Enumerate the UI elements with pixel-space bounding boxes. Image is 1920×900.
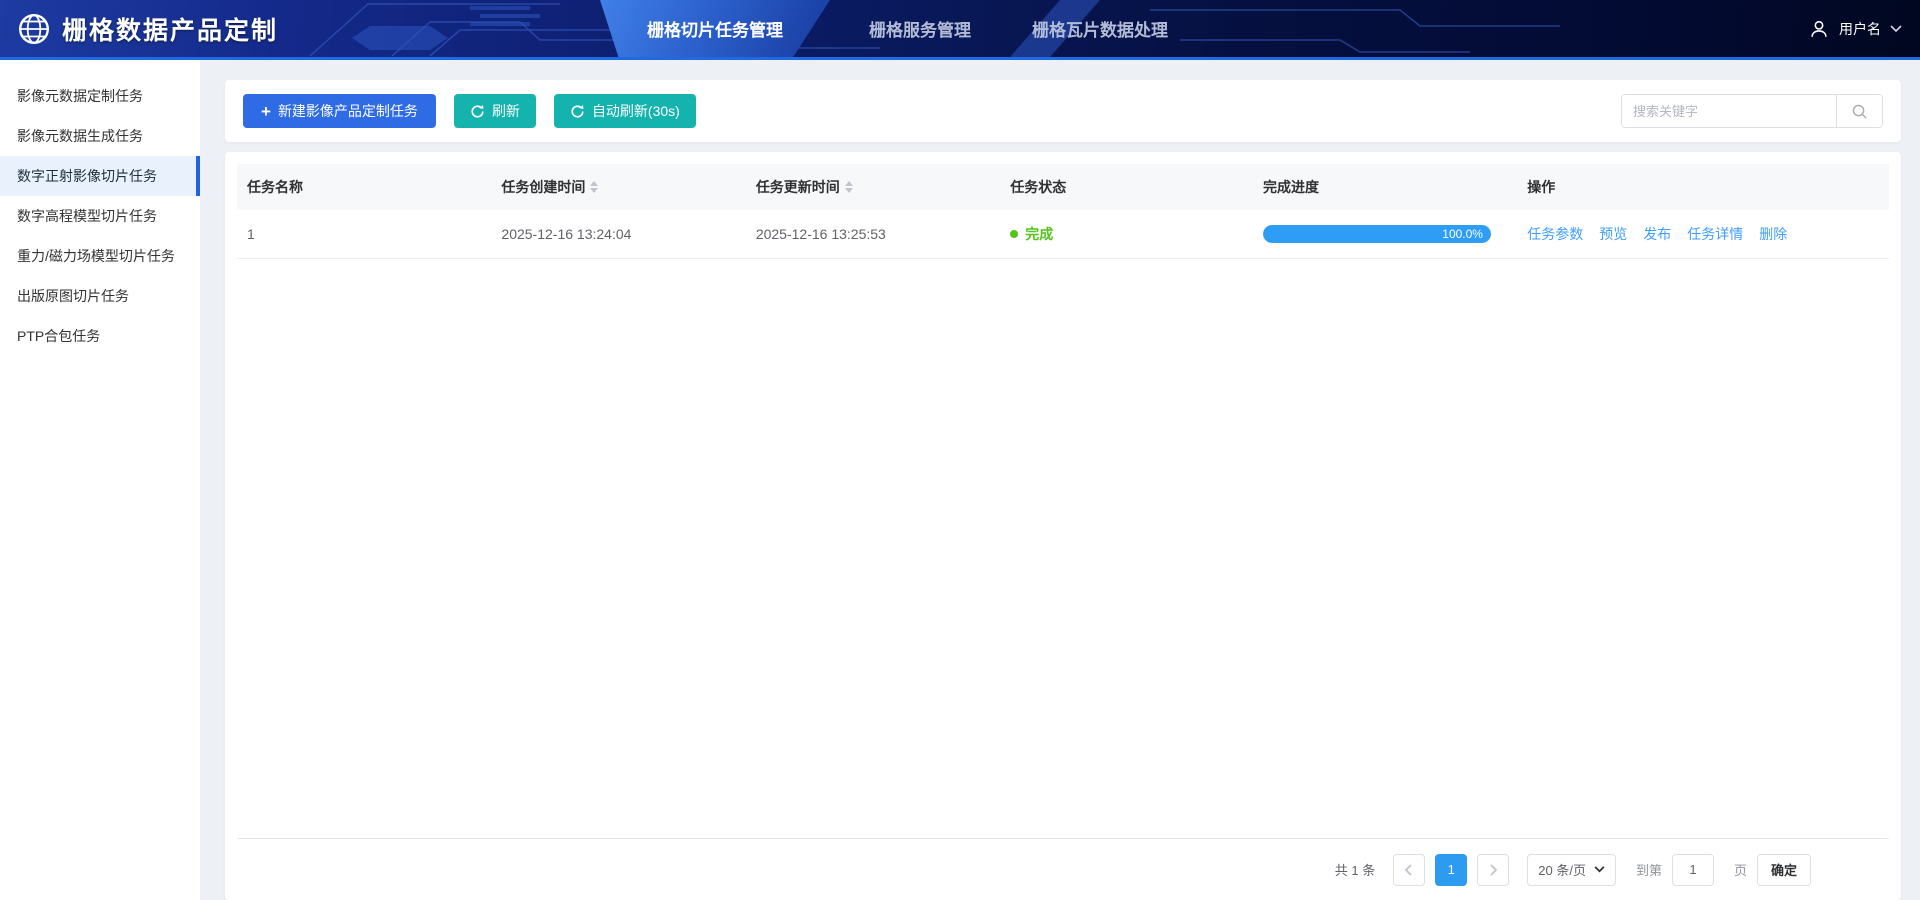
tab-raster-tile-data-processing[interactable]: 栅格瓦片数据处理 bbox=[1010, 0, 1190, 57]
sidebar: 影像元数据定制任务 影像元数据生成任务 数字正射影像切片任务 数字高程模型切片任… bbox=[0, 60, 200, 900]
tab-raster-slice-task-management[interactable]: 栅格切片任务管理 bbox=[600, 0, 830, 57]
refresh-icon bbox=[470, 104, 485, 119]
sort-updated-time-icon[interactable] bbox=[845, 181, 853, 193]
progress-bar-fill: 100.0% bbox=[1263, 225, 1491, 243]
cell-created-time: 2025-12-16 13:24:04 bbox=[491, 212, 745, 256]
table-header-row: 任务名称 任务创建时间 任务更新时间 任务状态 完成进度 操作 bbox=[237, 164, 1889, 210]
main-content: + 新建影像产品定制任务 刷新 自动刷新(30s) bbox=[200, 60, 1920, 900]
sidebar-item-publish-map-slice-task[interactable]: 出版原图切片任务 bbox=[0, 276, 200, 316]
progress-bar: 100.0% bbox=[1263, 225, 1491, 243]
table-empty-space bbox=[237, 259, 1889, 838]
toolbar-card: + 新建影像产品定制任务 刷新 自动刷新(30s) bbox=[225, 80, 1901, 142]
goto-page-suffix: 页 bbox=[1734, 860, 1747, 879]
sidebar-item-image-metadata-custom-task[interactable]: 影像元数据定制任务 bbox=[0, 76, 200, 116]
column-header-created-time: 任务创建时间 bbox=[491, 164, 745, 210]
sidebar-item-image-metadata-generate-task[interactable]: 影像元数据生成任务 bbox=[0, 116, 200, 156]
status-text: 完成 bbox=[1025, 224, 1053, 244]
goto-page-prefix: 到第 bbox=[1636, 860, 1662, 879]
search-button[interactable] bbox=[1836, 95, 1882, 127]
column-header-task-name: 任务名称 bbox=[237, 164, 491, 210]
search-box bbox=[1621, 94, 1883, 128]
action-publish[interactable]: 发布 bbox=[1643, 224, 1671, 244]
cell-progress: 100.0% bbox=[1253, 211, 1517, 257]
cell-actions: 任务参数 预览 发布 任务详情 删除 bbox=[1517, 210, 1889, 258]
pagination-total: 共 1 条 bbox=[1335, 860, 1375, 879]
select-chevron-down-icon bbox=[1594, 866, 1605, 873]
sidebar-item-ptp-package-task[interactable]: PTP合包任务 bbox=[0, 316, 200, 356]
auto-refresh-button[interactable]: 自动刷新(30s) bbox=[554, 94, 696, 128]
sidebar-item-digital-ortho-slice-task[interactable]: 数字正射影像切片任务 bbox=[0, 156, 200, 196]
tab-raster-service-management[interactable]: 栅格服务管理 bbox=[830, 0, 1010, 57]
cell-task-name: 1 bbox=[237, 212, 491, 256]
refresh-button[interactable]: 刷新 bbox=[454, 94, 536, 128]
task-table-card: 任务名称 任务创建时间 任务更新时间 任务状态 完成进度 操作 1 2025-1… bbox=[225, 152, 1901, 900]
page-size-select[interactable]: 20 条/页 bbox=[1527, 854, 1616, 886]
pagination-page-1[interactable]: 1 bbox=[1435, 854, 1467, 886]
pagination-prev-button[interactable] bbox=[1393, 854, 1425, 886]
chevron-right-icon bbox=[1488, 864, 1498, 876]
column-header-updated-time: 任务更新时间 bbox=[746, 164, 1000, 210]
goto-confirm-button[interactable]: 确定 bbox=[1757, 854, 1811, 886]
goto-page-input[interactable] bbox=[1672, 854, 1714, 886]
table-row: 1 2025-12-16 13:24:04 2025-12-16 13:25:5… bbox=[237, 210, 1889, 259]
sidebar-item-gravity-magnetic-slice-task[interactable]: 重力/磁力场模型切片任务 bbox=[0, 236, 200, 276]
sort-created-time-icon[interactable] bbox=[590, 181, 598, 193]
new-task-button[interactable]: + 新建影像产品定制任务 bbox=[243, 94, 436, 128]
cell-task-status: 完成 bbox=[1000, 210, 1253, 258]
globe-logo-icon bbox=[16, 11, 52, 47]
action-task-params[interactable]: 任务参数 bbox=[1527, 224, 1583, 244]
plus-icon: + bbox=[261, 103, 271, 120]
sidebar-item-dem-slice-task[interactable]: 数字高程模型切片任务 bbox=[0, 196, 200, 236]
column-header-task-status: 任务状态 bbox=[1000, 164, 1253, 210]
pagination-bar: 共 1 条 1 20 条/页 到第 页 确定 bbox=[237, 838, 1889, 900]
cell-updated-time: 2025-12-16 13:25:53 bbox=[746, 212, 1000, 256]
search-icon bbox=[1851, 103, 1868, 120]
column-header-actions: 操作 bbox=[1517, 164, 1889, 210]
column-header-progress: 完成进度 bbox=[1253, 164, 1517, 210]
chevron-left-icon bbox=[1404, 864, 1414, 876]
app-logo-area: 栅格数据产品定制 bbox=[16, 0, 278, 57]
action-preview[interactable]: 预览 bbox=[1599, 224, 1627, 244]
action-task-detail[interactable]: 任务详情 bbox=[1687, 224, 1743, 244]
auto-refresh-button-label: 自动刷新(30s) bbox=[592, 101, 680, 121]
page-size-value: 20 条/页 bbox=[1538, 860, 1586, 879]
user-icon bbox=[1808, 18, 1830, 40]
progress-percent-label: 100.0% bbox=[1442, 227, 1491, 241]
refresh-button-label: 刷新 bbox=[492, 101, 520, 121]
status-dot-icon bbox=[1010, 230, 1018, 238]
search-input[interactable] bbox=[1622, 95, 1836, 127]
user-menu[interactable]: 用户名 bbox=[1808, 0, 1902, 57]
action-delete[interactable]: 删除 bbox=[1759, 224, 1787, 244]
pagination-next-button[interactable] bbox=[1477, 854, 1509, 886]
app-header: 栅格数据产品定制 栅格切片任务管理 栅格服务管理 栅格瓦片数据处理 用户名 bbox=[0, 0, 1920, 60]
auto-refresh-icon bbox=[570, 104, 585, 119]
chevron-down-icon bbox=[1890, 25, 1902, 33]
app-title: 栅格数据产品定制 bbox=[62, 11, 278, 47]
username-label: 用户名 bbox=[1839, 19, 1881, 39]
new-task-button-label: 新建影像产品定制任务 bbox=[278, 101, 418, 121]
top-nav-tabs: 栅格切片任务管理 栅格服务管理 栅格瓦片数据处理 bbox=[600, 0, 1190, 57]
